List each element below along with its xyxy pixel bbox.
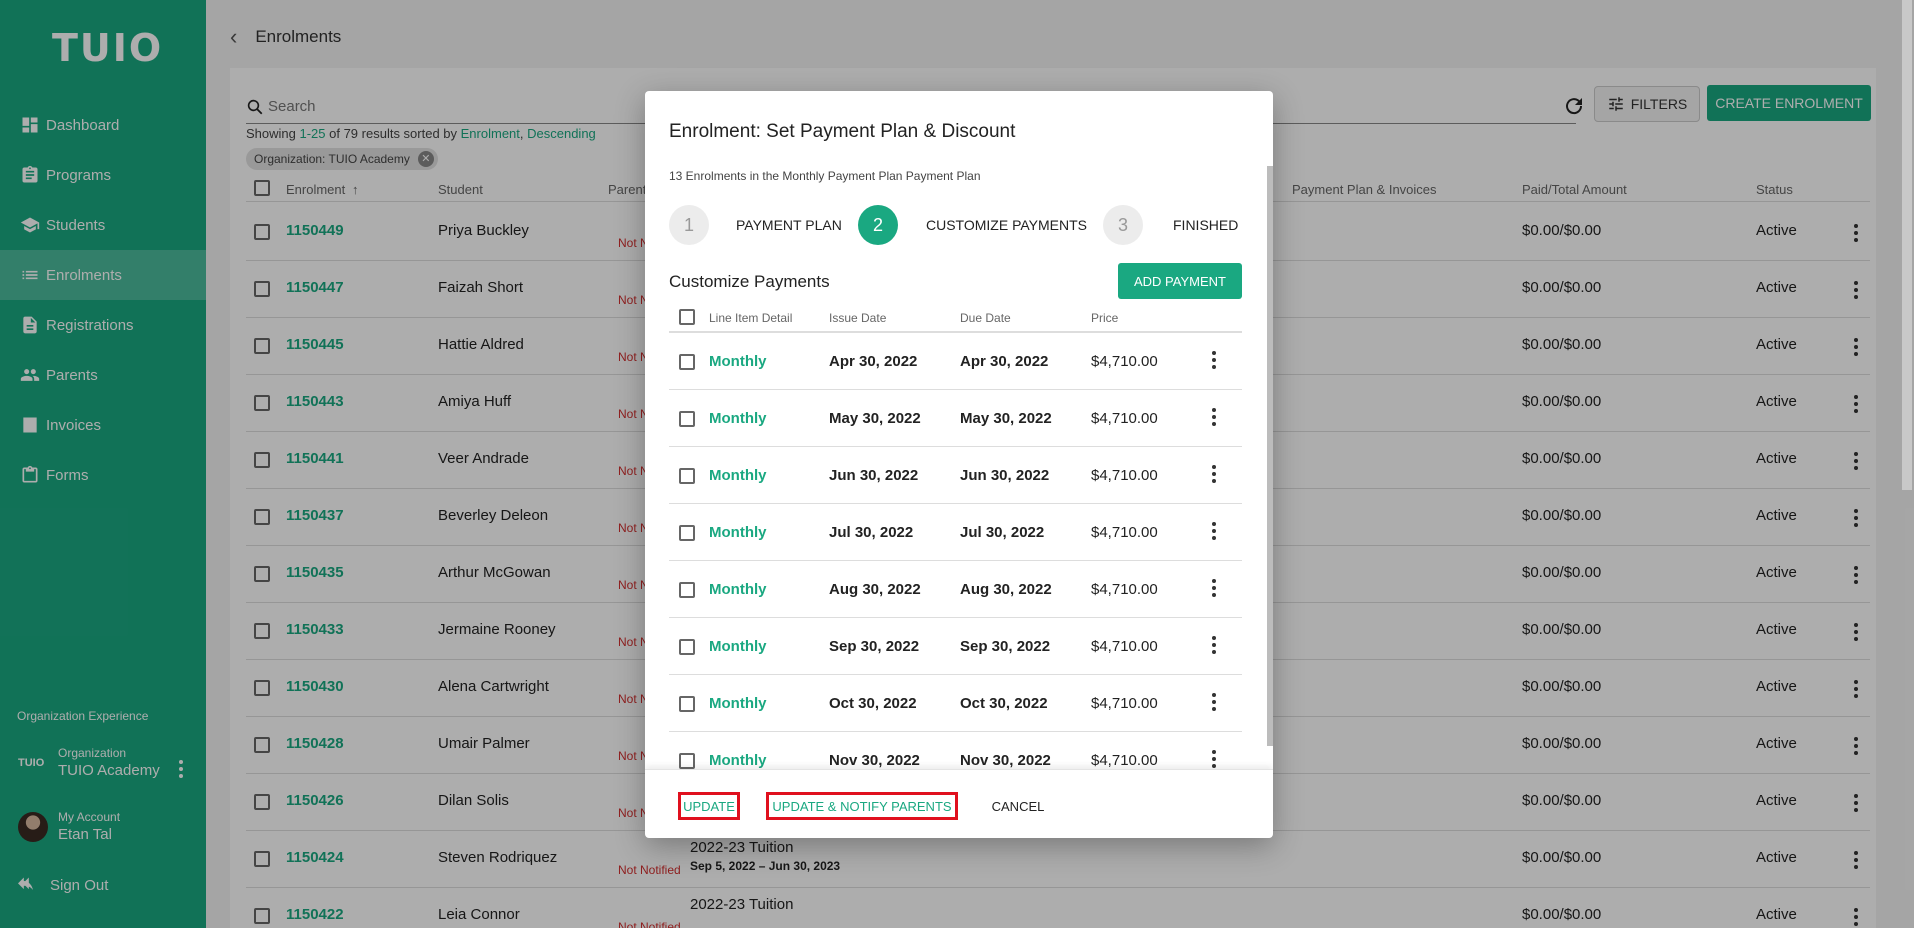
payment-row[interactable]: Monthly Jun 30, 2022 Jun 30, 2022 $4,710… <box>669 447 1242 504</box>
price[interactable]: $4,710.00 <box>1091 638 1158 655</box>
payment-row-checkbox[interactable] <box>679 525 695 541</box>
line-item-detail-link[interactable]: Monthly <box>709 524 767 541</box>
col-line-item-detail: Line Item Detail <box>709 311 793 325</box>
cancel-button[interactable]: CANCEL <box>985 792 1051 820</box>
dialog-footer: UPDATE UPDATE & NOTIFY PARENTS CANCEL <box>645 769 1273 838</box>
step-1-circle: 1 <box>669 205 709 245</box>
line-item-detail-link[interactable]: Monthly <box>709 752 767 769</box>
issue-date[interactable]: Jul 30, 2022 <box>829 524 913 541</box>
payment-row[interactable]: Monthly Nov 30, 2022 Nov 30, 2022 $4,710… <box>669 732 1242 769</box>
customize-payments-title: Customize Payments <box>669 272 830 291</box>
update-notify-parents-button[interactable]: UPDATE & NOTIFY PARENTS <box>766 792 958 820</box>
price[interactable]: $4,710.00 <box>1091 581 1158 598</box>
due-date[interactable]: Nov 30, 2022 <box>960 752 1051 769</box>
step-2-label: CUSTOMIZE PAYMENTS <box>926 217 1088 233</box>
payments-select-all-checkbox[interactable] <box>679 309 695 325</box>
issue-date[interactable]: Aug 30, 2022 <box>829 581 921 598</box>
payment-plan-dialog: Enrolment: Set Payment Plan & Discount 1… <box>645 91 1273 838</box>
col-price: Price <box>1091 311 1119 325</box>
issue-date[interactable]: Jun 30, 2022 <box>829 467 918 484</box>
dialog-scrollbar[interactable] <box>1267 166 1273 746</box>
issue-date[interactable]: Apr 30, 2022 <box>829 353 917 370</box>
due-date[interactable]: Jun 30, 2022 <box>960 467 1049 484</box>
step-2-circle: 2 <box>858 205 898 245</box>
price[interactable]: $4,710.00 <box>1091 353 1158 370</box>
payment-more-icon[interactable] <box>1212 522 1216 540</box>
payment-more-icon[interactable] <box>1212 693 1216 711</box>
due-date[interactable]: Aug 30, 2022 <box>960 581 1052 598</box>
due-date[interactable]: Apr 30, 2022 <box>960 353 1048 370</box>
update-button[interactable]: UPDATE <box>678 792 740 820</box>
page-scrollbar[interactable] <box>1902 0 1912 490</box>
payment-row[interactable]: Monthly May 30, 2022 May 30, 2022 $4,710… <box>669 390 1242 447</box>
payment-row-checkbox[interactable] <box>679 468 695 484</box>
line-item-detail-link[interactable]: Monthly <box>709 410 767 427</box>
payment-row[interactable]: Monthly Apr 30, 2022 Apr 30, 2022 $4,710… <box>669 333 1242 390</box>
issue-date[interactable]: Nov 30, 2022 <box>829 752 920 769</box>
due-date[interactable]: May 30, 2022 <box>960 410 1052 427</box>
price[interactable]: $4,710.00 <box>1091 695 1158 712</box>
col-due-date: Due Date <box>960 311 1011 325</box>
payment-row[interactable]: Monthly Sep 30, 2022 Sep 30, 2022 $4,710… <box>669 618 1242 675</box>
step-1-label: PAYMENT PLAN <box>736 217 842 233</box>
payment-row[interactable]: Monthly Jul 30, 2022 Jul 30, 2022 $4,710… <box>669 504 1242 561</box>
line-item-detail-link[interactable]: Monthly <box>709 353 767 370</box>
dialog-title: Enrolment: Set Payment Plan & Discount <box>669 121 1016 142</box>
step-3-label: FINISHED <box>1173 217 1239 233</box>
payments-table-header: Line Item Detail Issue Date Due Date Pri… <box>669 305 1242 333</box>
payment-row[interactable]: Monthly Oct 30, 2022 Oct 30, 2022 $4,710… <box>669 675 1242 732</box>
line-item-detail-link[interactable]: Monthly <box>709 467 767 484</box>
payment-more-icon[interactable] <box>1212 351 1216 369</box>
col-issue-date: Issue Date <box>829 311 887 325</box>
price[interactable]: $4,710.00 <box>1091 752 1158 769</box>
price[interactable]: $4,710.00 <box>1091 410 1158 427</box>
issue-date[interactable]: May 30, 2022 <box>829 410 921 427</box>
payment-more-icon[interactable] <box>1212 408 1216 426</box>
payment-row-checkbox[interactable] <box>679 411 695 427</box>
payment-more-icon[interactable] <box>1212 465 1216 483</box>
payment-row-checkbox[interactable] <box>679 696 695 712</box>
issue-date[interactable]: Sep 30, 2022 <box>829 638 919 655</box>
line-item-detail-link[interactable]: Monthly <box>709 638 767 655</box>
payment-row-checkbox[interactable] <box>679 354 695 370</box>
payment-row-checkbox[interactable] <box>679 753 695 769</box>
payments-table-body[interactable]: Monthly Apr 30, 2022 Apr 30, 2022 $4,710… <box>669 333 1242 769</box>
add-payment-button[interactable]: ADD PAYMENT <box>1118 263 1242 299</box>
payment-more-icon[interactable] <box>1212 750 1216 768</box>
line-item-detail-link[interactable]: Monthly <box>709 581 767 598</box>
payment-row[interactable]: Monthly Aug 30, 2022 Aug 30, 2022 $4,710… <box>669 561 1242 618</box>
price[interactable]: $4,710.00 <box>1091 467 1158 484</box>
due-date[interactable]: Sep 30, 2022 <box>960 638 1050 655</box>
line-item-detail-link[interactable]: Monthly <box>709 695 767 712</box>
due-date[interactable]: Oct 30, 2022 <box>960 695 1048 712</box>
step-3-circle: 3 <box>1103 205 1143 245</box>
payment-more-icon[interactable] <box>1212 636 1216 654</box>
payment-more-icon[interactable] <box>1212 579 1216 597</box>
issue-date[interactable]: Oct 30, 2022 <box>829 695 917 712</box>
price[interactable]: $4,710.00 <box>1091 524 1158 541</box>
stepper: 1 PAYMENT PLAN 2 CUSTOMIZE PAYMENTS 3 FI… <box>669 205 1249 247</box>
payment-row-checkbox[interactable] <box>679 639 695 655</box>
dialog-subtitle: 13 Enrolments in the Monthly Payment Pla… <box>669 169 981 183</box>
due-date[interactable]: Jul 30, 2022 <box>960 524 1044 541</box>
payment-row-checkbox[interactable] <box>679 582 695 598</box>
